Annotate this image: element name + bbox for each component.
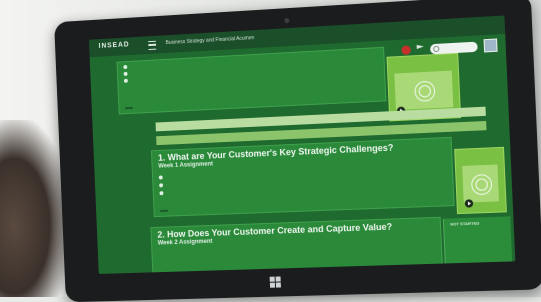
media-thumbnail-1[interactable]	[454, 146, 507, 215]
card-description	[191, 61, 290, 86]
course-title: Business Strategy and Financial Acumen	[165, 35, 255, 47]
card-row	[159, 183, 164, 188]
windows-logo-icon[interactable]	[269, 276, 282, 288]
flag-icon[interactable]	[417, 45, 425, 55]
bullet-icon	[158, 175, 163, 180]
notification-icon[interactable]	[401, 45, 411, 55]
assignment-card-2: 2. How Does Your Customer Create and Cap…	[150, 216, 443, 274]
camera-icon	[284, 18, 290, 24]
thumbnail-frame	[462, 164, 500, 203]
tablet-bezel: INSEAD Business Strategy and Financial A…	[54, 0, 541, 302]
view-button[interactable]	[125, 106, 133, 110]
card-subtitle: Week 1 Assignment	[158, 161, 214, 170]
tablet-screen: INSEAD Business Strategy and Financial A…	[88, 15, 516, 274]
avatar[interactable]	[483, 38, 498, 53]
view-button[interactable]	[160, 209, 169, 212]
play-icon[interactable]	[464, 199, 474, 208]
card-row	[158, 175, 163, 180]
bullet-icon	[123, 71, 128, 76]
bullet-icon	[159, 191, 164, 196]
search-input[interactable]	[429, 41, 478, 54]
target-icon	[414, 80, 436, 102]
card-title[interactable]: 2. How Does Your Customer Create and Cap…	[157, 221, 405, 240]
search-icon	[433, 45, 440, 52]
bullet-icon	[123, 78, 128, 83]
thumbnail-frame	[394, 70, 454, 110]
app-logo[interactable]: INSEAD	[99, 41, 130, 50]
assignment-card-1: 1. What are Your Customer's Key Strategi…	[150, 136, 455, 218]
status-panel: NOT STARTED	[442, 216, 513, 264]
target-icon	[470, 173, 493, 196]
status-badge: NOT STARTED	[450, 220, 480, 227]
bullet-icon	[123, 64, 128, 70]
card-title[interactable]: 1. What are Your Customer's Key Strategi…	[158, 142, 406, 162]
card-row	[159, 191, 164, 196]
assignment-card-0	[116, 46, 387, 115]
bullet-icon	[159, 183, 164, 188]
menu-icon[interactable]	[148, 40, 157, 51]
card-subtitle: Week 2 Assignment	[157, 238, 213, 247]
